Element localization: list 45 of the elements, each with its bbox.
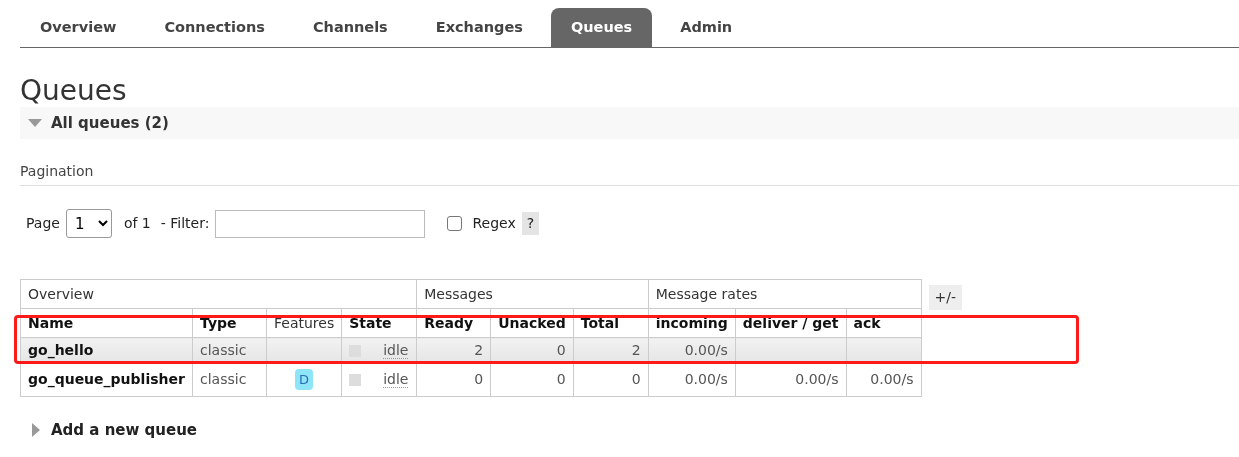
page-label: Page	[26, 214, 60, 234]
state-icon	[349, 374, 362, 387]
page-select[interactable]: 1	[65, 209, 112, 239]
regex-label: Regex	[472, 214, 516, 234]
feature-tag: D	[295, 368, 314, 391]
page-title: Queues	[20, 75, 128, 108]
column-header[interactable]: Name	[20, 308, 193, 338]
page-count: of 1	[123, 214, 151, 234]
help-button[interactable]: ?	[521, 212, 540, 236]
nav-tab[interactable]: Overview	[20, 8, 137, 47]
state-text: idle	[383, 371, 409, 389]
column-group-header: Messages	[416, 279, 649, 309]
table-cell: 0.00/s	[648, 362, 736, 397]
queue-name-link[interactable]: go_queue_publisher	[20, 362, 193, 397]
columns-toggle-button[interactable]: +/-	[928, 285, 963, 311]
nav-tab[interactable]: Connections	[144, 8, 285, 47]
state-text: idle	[383, 341, 409, 359]
pagination-heading: Pagination	[20, 161, 1239, 187]
column-header[interactable]: Ready	[416, 308, 491, 338]
nav-tab[interactable]: Queues	[550, 8, 653, 47]
table-cell: 0	[416, 362, 491, 397]
regex-checkbox[interactable]	[447, 216, 463, 232]
column-header[interactable]: Type	[192, 308, 267, 338]
section-header[interactable]: All queues (2)	[20, 107, 1239, 140]
column-header[interactable]: Unacked	[490, 308, 574, 338]
nav-tab[interactable]: Channels	[292, 8, 408, 47]
table-cell: 0	[573, 362, 649, 397]
nav-tab[interactable]: Exchanges	[415, 8, 543, 47]
column-header[interactable]: State	[341, 308, 417, 338]
column-header[interactable]: deliver / get	[735, 308, 847, 338]
column-header[interactable]: incoming	[648, 308, 736, 338]
column-group-header: Overview	[20, 279, 417, 309]
nav-tab[interactable]: Admin	[660, 8, 753, 47]
column-header[interactable]: Features	[266, 308, 342, 338]
table-cell: 0.00/s	[735, 362, 847, 397]
column-header[interactable]: Total	[573, 308, 649, 338]
filter-field[interactable]	[215, 209, 426, 238]
table-cell: classic	[192, 362, 267, 397]
column-header[interactable]: ack	[846, 308, 922, 338]
table-cell: 0.00/s	[846, 362, 922, 397]
section-title[interactable]: All queues (2)	[51, 111, 169, 135]
filter-label: - Filter:	[160, 214, 210, 234]
table-cell: 0	[490, 362, 574, 397]
section-title[interactable]: Add a new queue	[51, 419, 198, 442]
column-group-header: Message rates	[648, 279, 922, 309]
